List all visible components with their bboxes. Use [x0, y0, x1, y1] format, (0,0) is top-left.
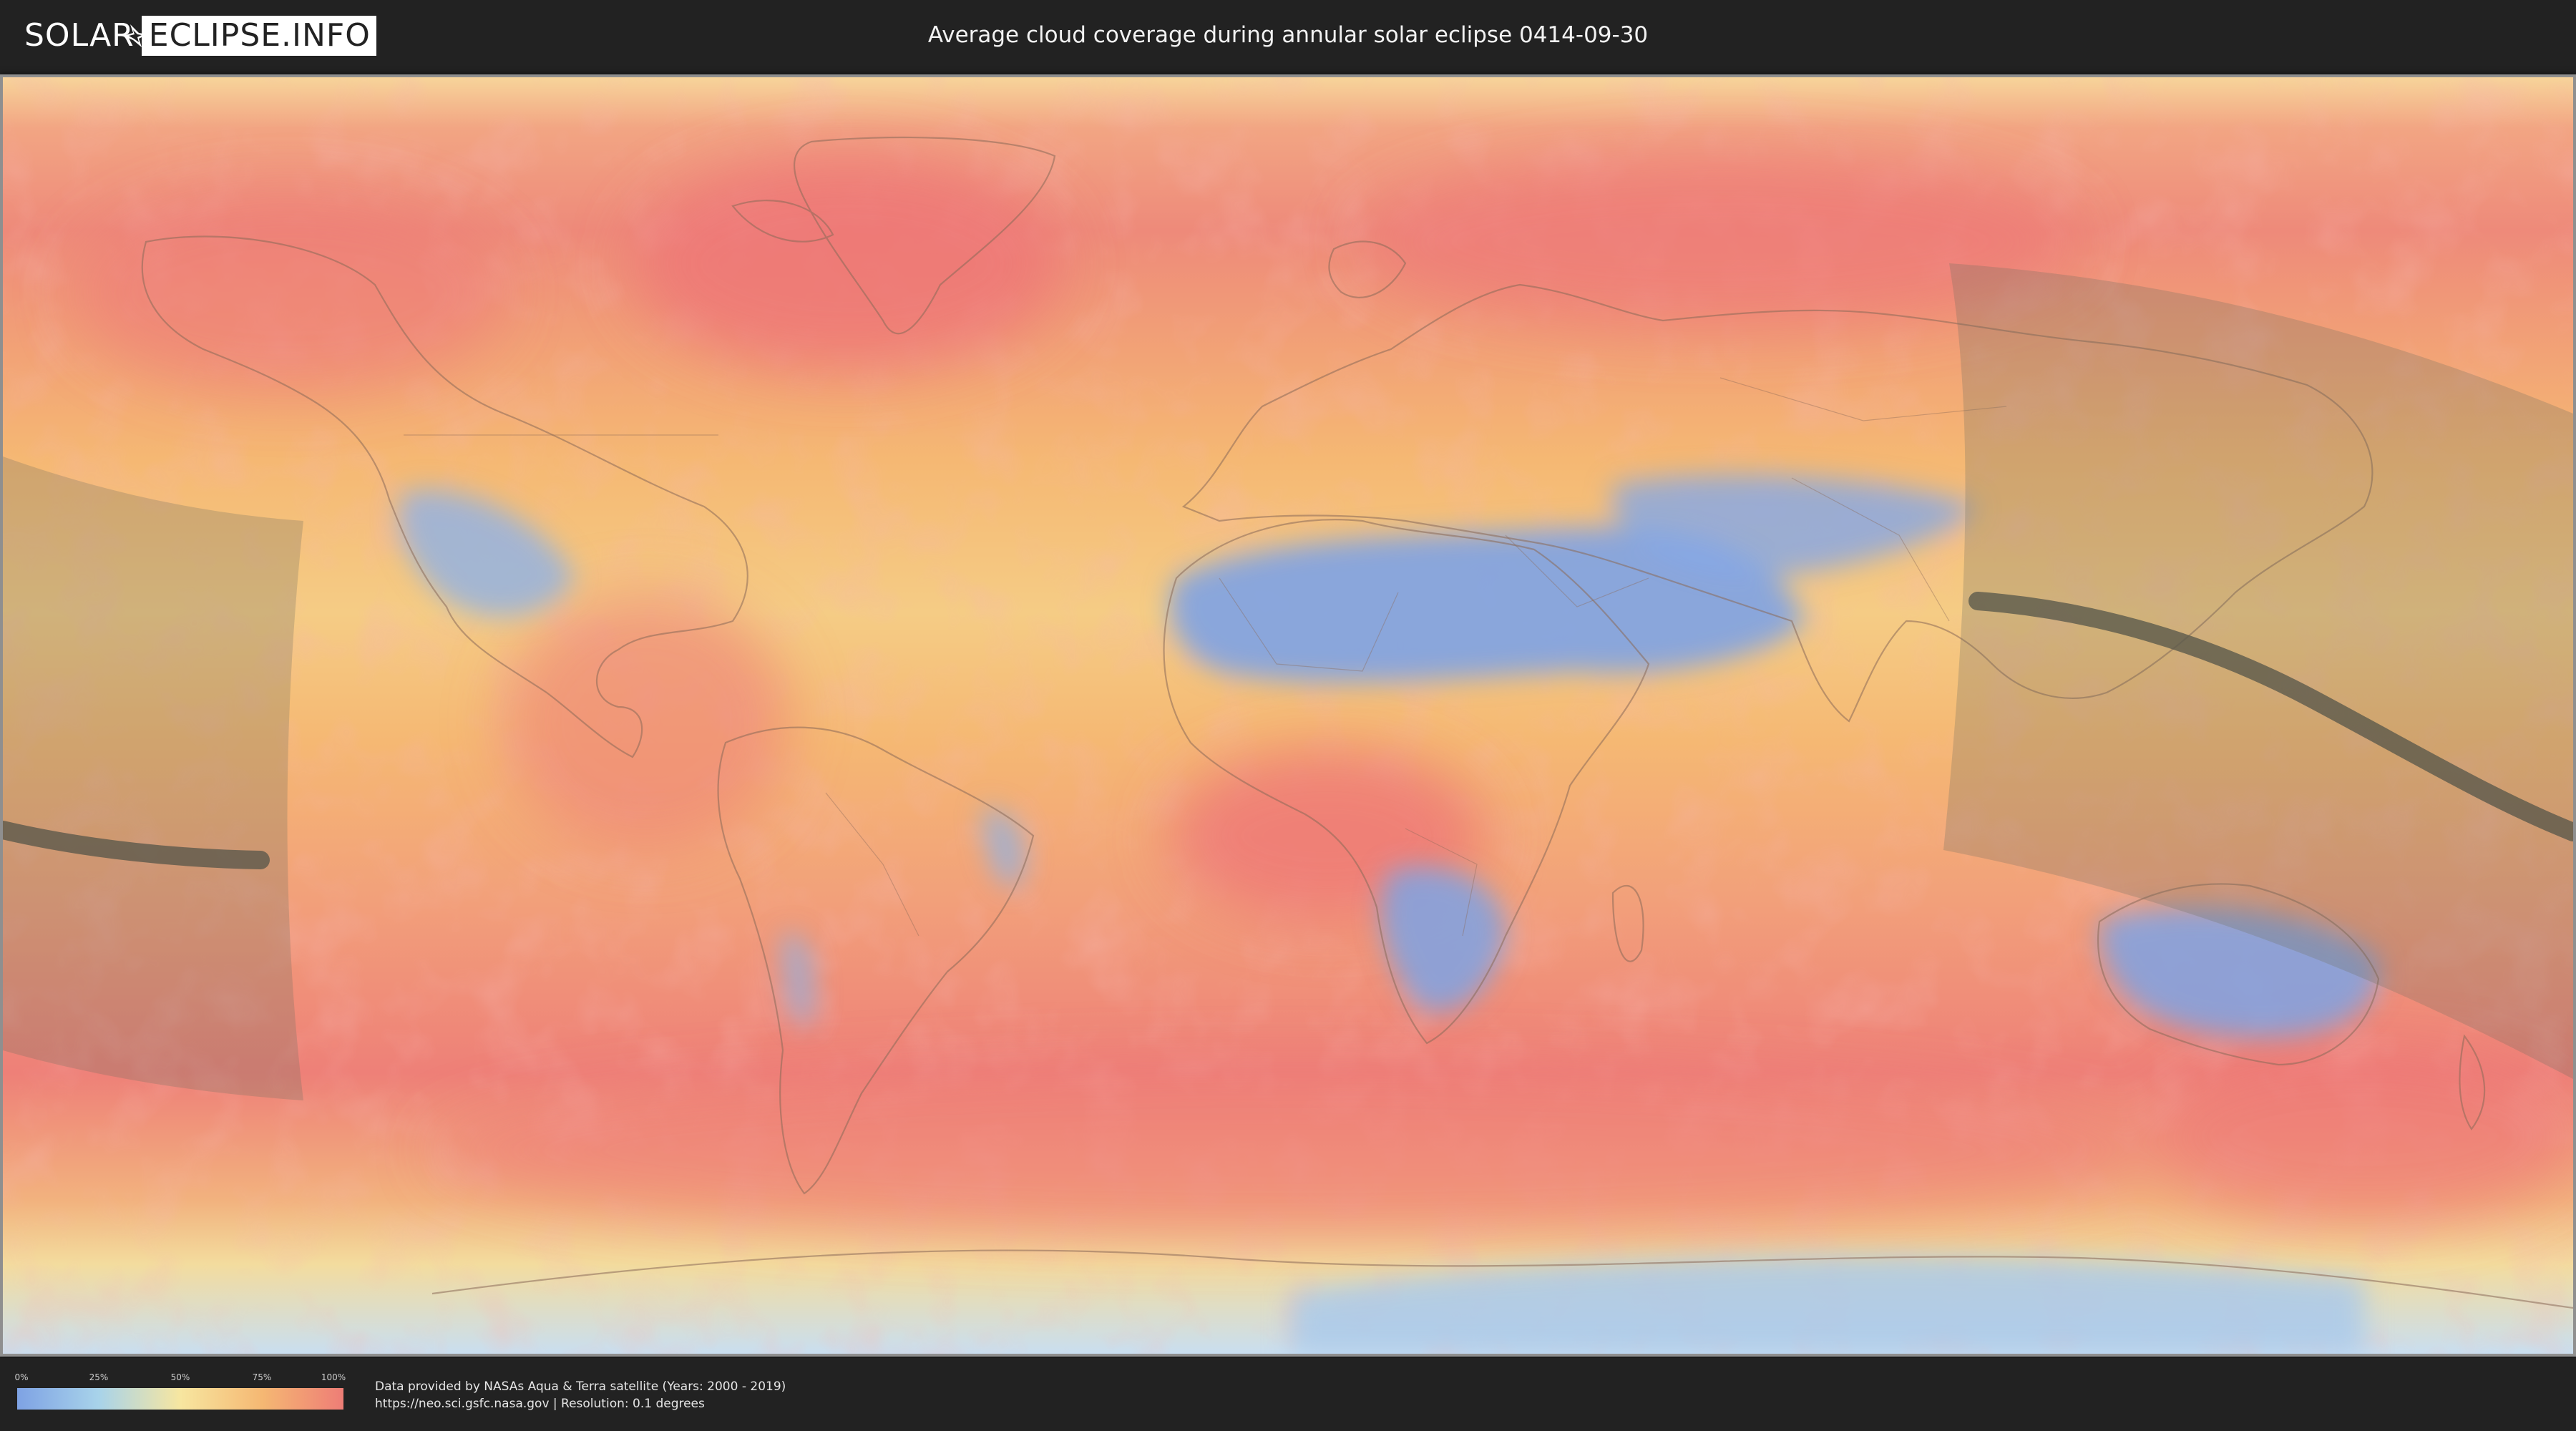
- legend-color-bar: [17, 1388, 343, 1410]
- legend-tick-100: 100%: [321, 1372, 346, 1382]
- cloud-coverage-legend: 0% 25% 50% 75% 100%: [14, 1372, 346, 1415]
- header-bar: SOLAR ECLIPSE.INFO Average cloud coverag…: [0, 0, 2576, 72]
- credit-line-url: https://neo.sci.gsfc.nasa.gov | Resoluti…: [375, 1397, 705, 1411]
- legend-tick-0: 0%: [14, 1372, 29, 1382]
- cloud-coverage-map[interactable]: [0, 74, 2576, 1357]
- footer-bar: 0% 25% 50% 75% 100% Data provided by NAS…: [0, 1358, 2576, 1431]
- credit-line-source: Data provided by NASAs Aqua & Terra sate…: [375, 1379, 786, 1394]
- page-title: Average cloud coverage during annular so…: [927, 22, 1649, 48]
- legend-tick-25: 25%: [89, 1372, 109, 1382]
- data-credit: Data provided by NASAs Aqua & Terra sate…: [375, 1378, 786, 1412]
- eclipse-shadow-west: [3, 456, 303, 1100]
- legend-tick-50: 50%: [170, 1372, 190, 1382]
- legend-tick-75: 75%: [252, 1372, 272, 1382]
- world-map-canvas[interactable]: [3, 77, 2573, 1354]
